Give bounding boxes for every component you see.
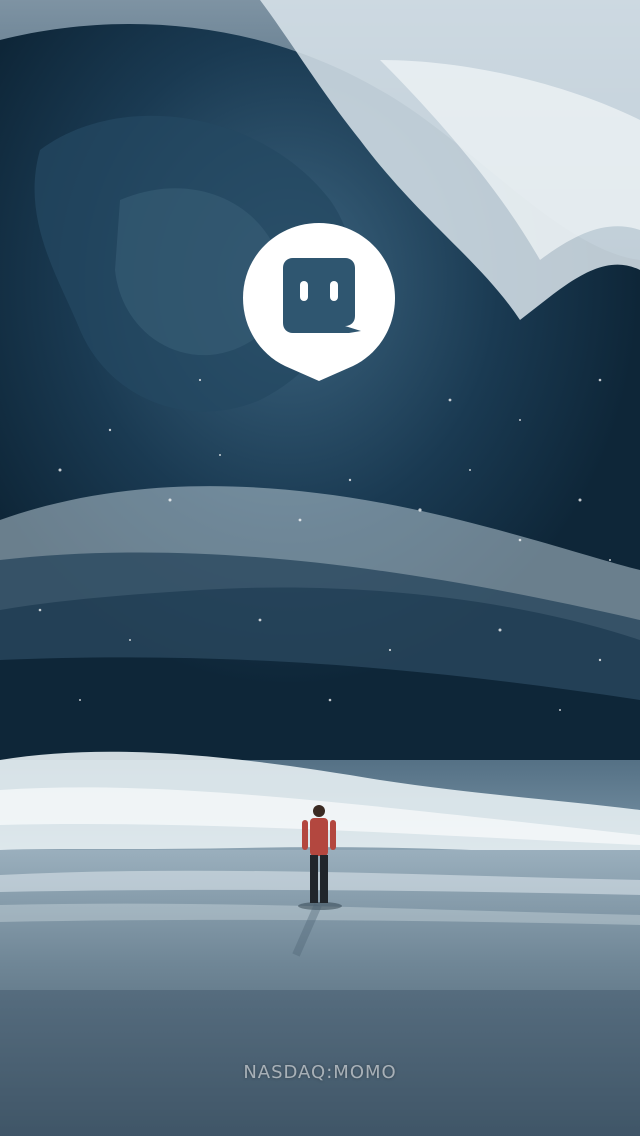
wave-background <box>0 0 640 1136</box>
splash-screen: NASDAQ:MOMO <box>0 0 640 1136</box>
brand-footer-text: NASDAQ:MOMO <box>243 1062 397 1083</box>
momo-logo-icon <box>243 223 395 381</box>
